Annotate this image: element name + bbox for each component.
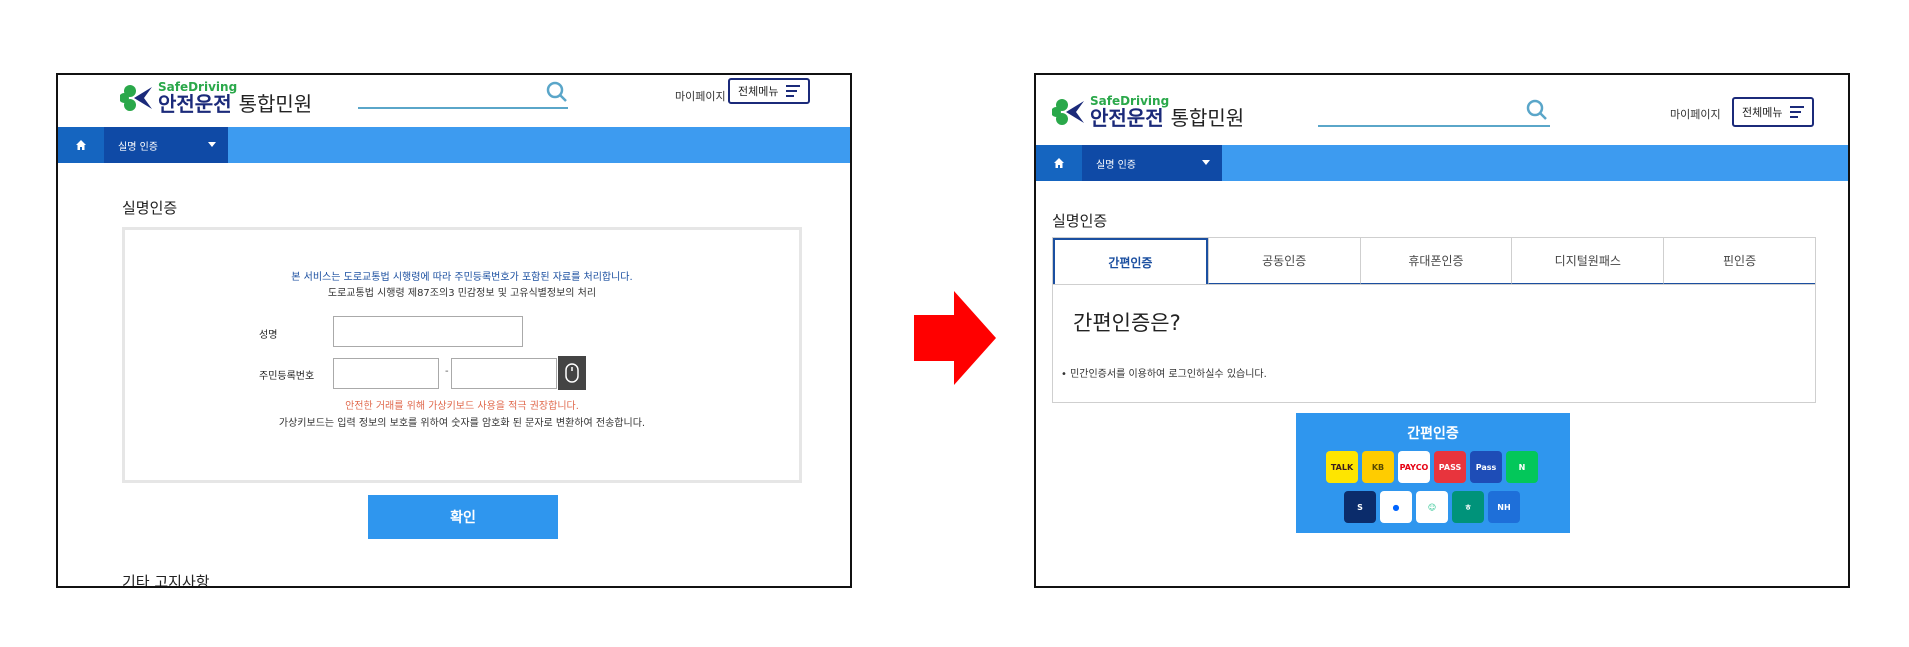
caret-down-icon [1202, 160, 1210, 165]
logo-korean-main: 안전운전 [1090, 106, 1164, 130]
clover-logo-icon [120, 84, 152, 111]
provider-toss-icon[interactable]: ● [1380, 491, 1412, 523]
home-button[interactable] [58, 127, 104, 163]
search-icon[interactable] [1526, 99, 1548, 121]
nav-dropdown-label: 실명 인증 [1096, 159, 1136, 171]
left-screenshot: SafeDriving 안전운전 통합민원 마이페이지 전체메뉴 실명 인증 실… [56, 73, 852, 588]
provider-bank-salad-icon[interactable]: ☺ [1416, 491, 1448, 523]
confirm-button[interactable]: 확인 [368, 495, 558, 539]
rrn-front-field[interactable] [333, 358, 439, 389]
logo-korean-sub: 통합민원 [1170, 106, 1245, 130]
logo-korean-main: 안전운전 [158, 92, 232, 116]
rrn-dash: - [445, 366, 449, 377]
provider-kakao-talk-icon[interactable]: TALK [1326, 451, 1358, 483]
nav-bar: 실명 인증 [1036, 145, 1848, 181]
tab-digital-onepass[interactable]: 디지털원패스 [1511, 238, 1664, 284]
virtual-keyboard-button[interactable] [558, 356, 586, 390]
tab-joint-cert[interactable]: 공동인증 [1207, 238, 1360, 284]
section-title: 실명인증 [1052, 212, 1108, 230]
auth-tabs: 간편인증 공동인증 휴대폰인증 디지털원패스 핀인증 [1052, 237, 1816, 285]
home-button[interactable] [1036, 145, 1082, 181]
hamburger-icon [1790, 106, 1805, 118]
all-menu-label: 전체메뉴 [1742, 106, 1783, 119]
arrow-right-icon [914, 291, 996, 385]
notice-line-1: 본 서비스는 도로교통법 시행령에 따라 주민등록번호가 포함된 자료를 처리합… [291, 272, 633, 283]
search-icon[interactable] [546, 81, 568, 103]
section-title: 실명인증 [122, 199, 178, 217]
nav-dropdown[interactable]: 실명 인증 [1082, 145, 1222, 181]
search-input[interactable] [1318, 97, 1550, 127]
home-icon [76, 140, 86, 150]
site-logo[interactable]: SafeDriving 안전운전 통합민원 [120, 81, 312, 114]
site-header: SafeDriving 안전운전 통합민원 마이페이지 전체메뉴 [58, 75, 850, 127]
provider-hana-bank-icon[interactable]: ㅎ [1452, 491, 1484, 523]
provider-pass-icon[interactable]: PASS [1434, 451, 1466, 483]
nav-dropdown[interactable]: 실명 인증 [104, 127, 228, 163]
provider-kb-bank-icon[interactable]: KB [1362, 451, 1394, 483]
site-header: SafeDriving 안전운전 통합민원 마이페이지 전체메뉴 [1036, 75, 1848, 145]
provider-samsung-pass-icon[interactable]: Pass [1470, 451, 1502, 483]
content-bullet: • 민간인증서를 이용하여 로그인하실수 있습니다. [1061, 369, 1267, 380]
all-menu-button[interactable]: 전체메뉴 [728, 78, 811, 104]
nav-dropdown-label: 실명 인증 [118, 141, 158, 153]
mypage-link[interactable]: 마이페이지 [1670, 106, 1721, 122]
realname-form: 본 서비스는 도로교통법 시행령에 따라 주민등록번호가 포함된 자료를 처리합… [122, 227, 802, 483]
home-icon [1054, 158, 1064, 168]
search-input[interactable] [358, 79, 568, 109]
name-label: 성명 [259, 330, 278, 341]
provider-naver-icon[interactable]: N [1506, 451, 1538, 483]
content-title: 간편인증은? [1073, 311, 1181, 335]
virtual-keyboard-info: 가상키보드는 입력 정보의 보호를 위하여 숫자를 암호화 된 문자로 변환하여… [278, 418, 646, 429]
caret-down-icon [208, 142, 216, 147]
easy-auth-panel: 간편인증 TALK KB PAYCO PASS Pass N S ● ☺ ㅎ NH [1296, 413, 1570, 533]
rrn-back-field[interactable] [451, 358, 557, 389]
easy-auth-title: 간편인증 [1407, 426, 1459, 442]
all-menu-button[interactable]: 전체메뉴 [1732, 97, 1815, 127]
all-menu-label: 전체메뉴 [738, 85, 779, 98]
virtual-keyboard-warning: 안전한 거래를 위해 가상키보드 사용을 적극 권장합니다. [345, 401, 579, 412]
provider-shinhan-bank-icon[interactable]: S [1344, 491, 1376, 523]
notice-line-2: 도로교통법 시행령 제87조의3 민감정보 및 고유식별정보의 처리 [327, 288, 597, 299]
mypage-link[interactable]: 마이페이지 [675, 88, 726, 104]
provider-nh-bank-icon[interactable]: NH [1488, 491, 1520, 523]
clover-logo-icon [1052, 98, 1084, 125]
tab-pin-auth[interactable]: 핀인증 [1663, 238, 1815, 284]
right-screenshot: SafeDriving 안전운전 통합민원 마이페이지 전체메뉴 실명 인증 실… [1034, 73, 1850, 588]
other-notice-title: 기타 고지사항 [122, 573, 210, 588]
mouse-icon [565, 363, 579, 383]
provider-payco-icon[interactable]: PAYCO [1398, 451, 1430, 483]
logo-korean-sub: 통합민원 [238, 92, 313, 116]
rrn-label: 주민등록번호 [259, 371, 315, 382]
tab-easy-auth[interactable]: 간편인증 [1053, 238, 1208, 284]
site-logo[interactable]: SafeDriving 안전운전 통합민원 [1052, 95, 1244, 128]
hamburger-icon [786, 85, 801, 97]
name-field[interactable] [333, 316, 523, 347]
tab-phone-auth[interactable]: 휴대폰인증 [1359, 238, 1512, 284]
nav-bar: 실명 인증 [58, 127, 850, 163]
tab-content: 간편인증은? • 민간인증서를 이용하여 로그인하실수 있습니다. [1052, 285, 1816, 403]
